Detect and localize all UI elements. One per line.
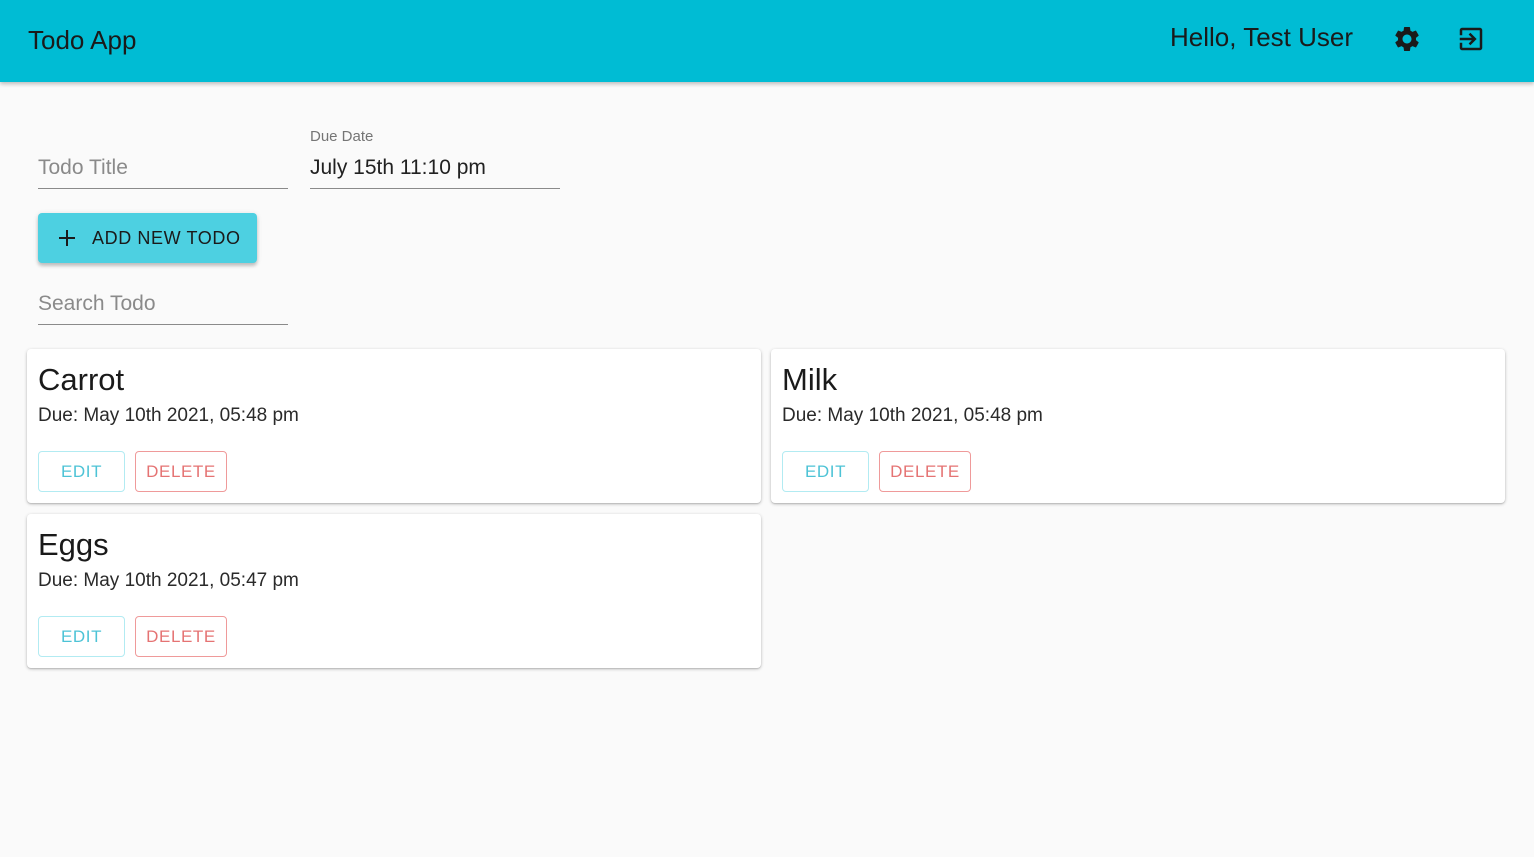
add-new-todo-label: ADD NEW TODO [92,227,241,248]
todo-due-date: Due: May 10th 2021, 05:47 pm [38,570,299,591]
due-date-label: Due Date [310,128,374,145]
search-todo-field [38,268,288,328]
settings-button[interactable] [1387,21,1427,61]
delete-button[interactable]: DELETE [135,616,227,657]
edit-button[interactable]: EDIT [38,451,125,492]
edit-button[interactable]: EDIT [38,616,125,657]
search-todo-input[interactable] [38,292,288,325]
todo-title-field [38,132,288,192]
delete-button[interactable]: DELETE [135,451,227,492]
edit-button[interactable]: EDIT [782,451,869,492]
todo-title-input[interactable] [38,156,288,189]
plus-icon [57,228,77,248]
todo-card: Milk Due: May 10th 2021, 05:48 pm EDIT D… [771,349,1505,503]
todo-due-date: Due: May 10th 2021, 05:48 pm [38,405,299,426]
todo-card: Eggs Due: May 10th 2021, 05:47 pm EDIT D… [27,514,761,668]
add-new-todo-button[interactable]: ADD NEW TODO [38,213,257,263]
todo-title: Eggs [38,527,109,562]
todo-due-date: Due: May 10th 2021, 05:48 pm [782,405,1043,426]
logout-icon [1456,24,1486,59]
gear-icon [1392,24,1422,59]
due-date-input[interactable] [310,156,560,189]
delete-button[interactable]: DELETE [879,451,971,492]
todo-title: Carrot [38,362,125,397]
app-title: Todo App [28,25,137,55]
app-bar: Todo App Hello, Test User [0,0,1534,82]
user-greeting: Hello, Test User [1169,22,1353,52]
todo-card: Carrot Due: May 10th 2021, 05:48 pm EDIT… [27,349,761,503]
logout-button[interactable] [1451,21,1491,61]
due-date-field: Due Date [310,128,560,192]
todo-title: Milk [782,362,838,397]
